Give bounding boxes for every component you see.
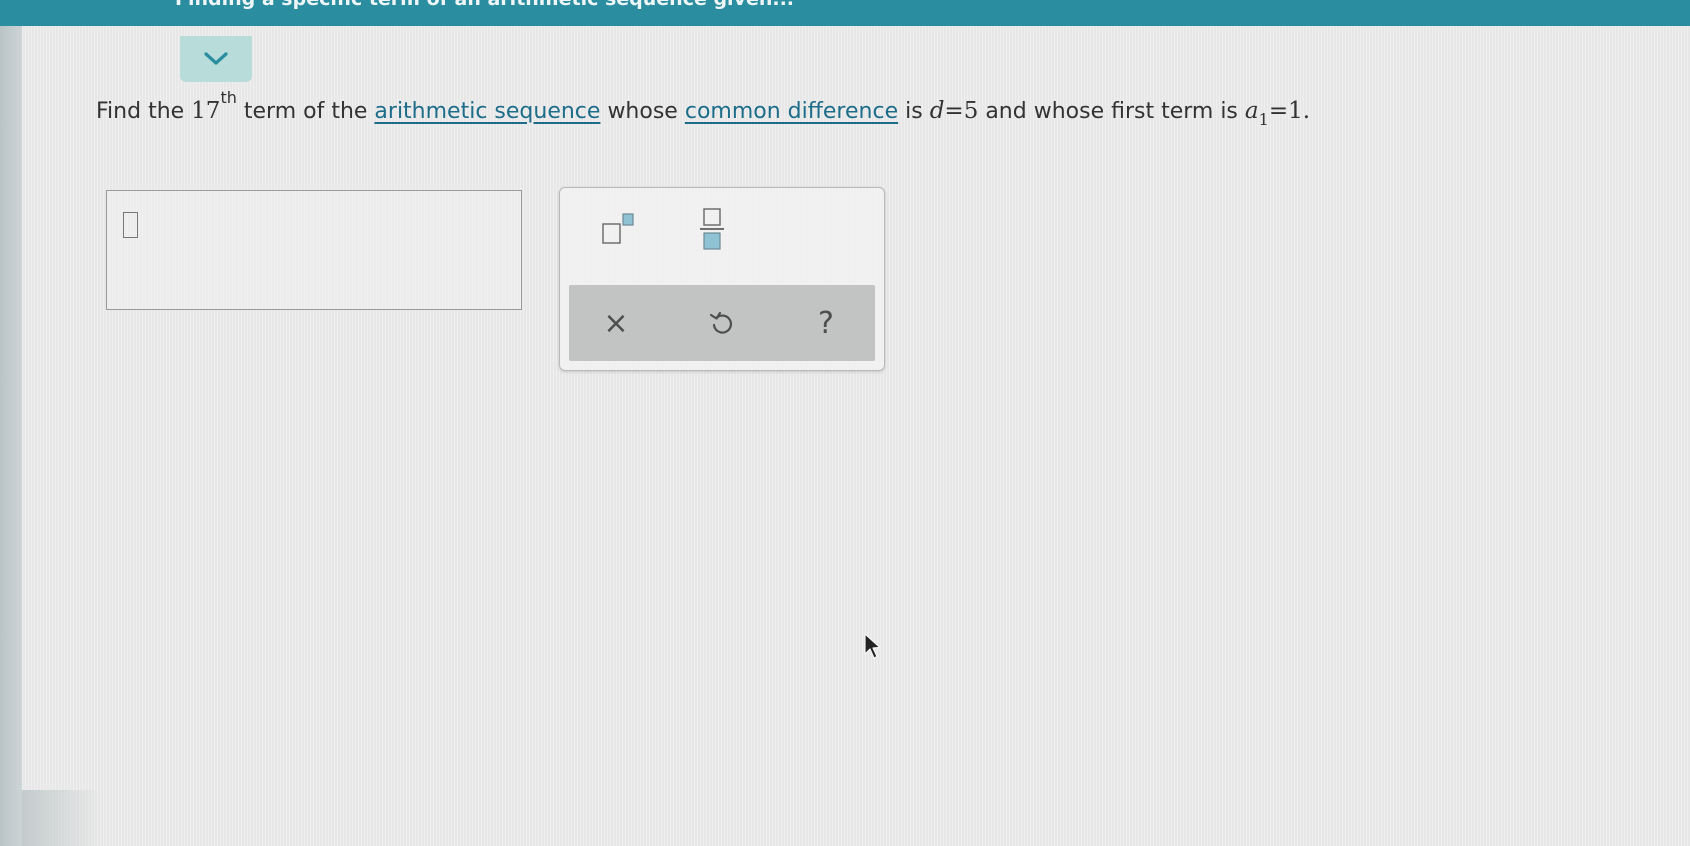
question-term-of: term of the (243, 99, 368, 124)
answer-input-field[interactable] (106, 190, 522, 310)
ordinal-suffix: th (220, 88, 237, 107)
superscript-button[interactable] (588, 204, 648, 254)
ordinal-number: 17 (191, 98, 221, 124)
problem-page (22, 26, 1690, 846)
math-palette: × ? (559, 187, 885, 371)
question-whose: whose (607, 99, 678, 124)
fraction-icon (700, 208, 724, 250)
clear-button[interactable]: × (591, 299, 641, 347)
bottom-left-edge (22, 790, 102, 846)
header-title: Finding a specific term of an arithmetic… (175, 0, 794, 10)
undo-button[interactable] (697, 299, 747, 347)
clear-label: × (603, 305, 629, 341)
fraction-button[interactable] (682, 204, 742, 254)
chevron-down-icon (204, 52, 228, 65)
help-label: ? (818, 305, 834, 341)
common-difference-link[interactable]: common difference (685, 99, 898, 124)
d-variable: d (929, 98, 945, 124)
mouse-cursor-icon (864, 633, 881, 659)
a-subscript: 1 (1258, 110, 1269, 129)
top-header-bar: Finding a specific term of an arithmetic… (0, 0, 1690, 26)
collapse-toggle-button[interactable] (180, 36, 252, 82)
left-edge (0, 26, 22, 846)
question-first-term: and whose first term is (985, 99, 1238, 124)
a-variable: a (1244, 98, 1259, 124)
undo-icon (709, 311, 733, 334)
question-text: Find the 17th term of the arithmetic seq… (96, 88, 1311, 129)
question-find-the: Find the (96, 99, 185, 124)
help-button[interactable]: ? (801, 299, 851, 347)
a-equals-value: =1. (1268, 98, 1311, 124)
superscript-icon (602, 213, 634, 244)
arithmetic-sequence-link[interactable]: arithmetic sequence (374, 99, 600, 124)
question-is: is (905, 99, 923, 124)
palette-action-bar: × ? (569, 285, 875, 361)
input-placeholder-box (123, 212, 138, 238)
d-equals-value: =5 (944, 98, 979, 124)
